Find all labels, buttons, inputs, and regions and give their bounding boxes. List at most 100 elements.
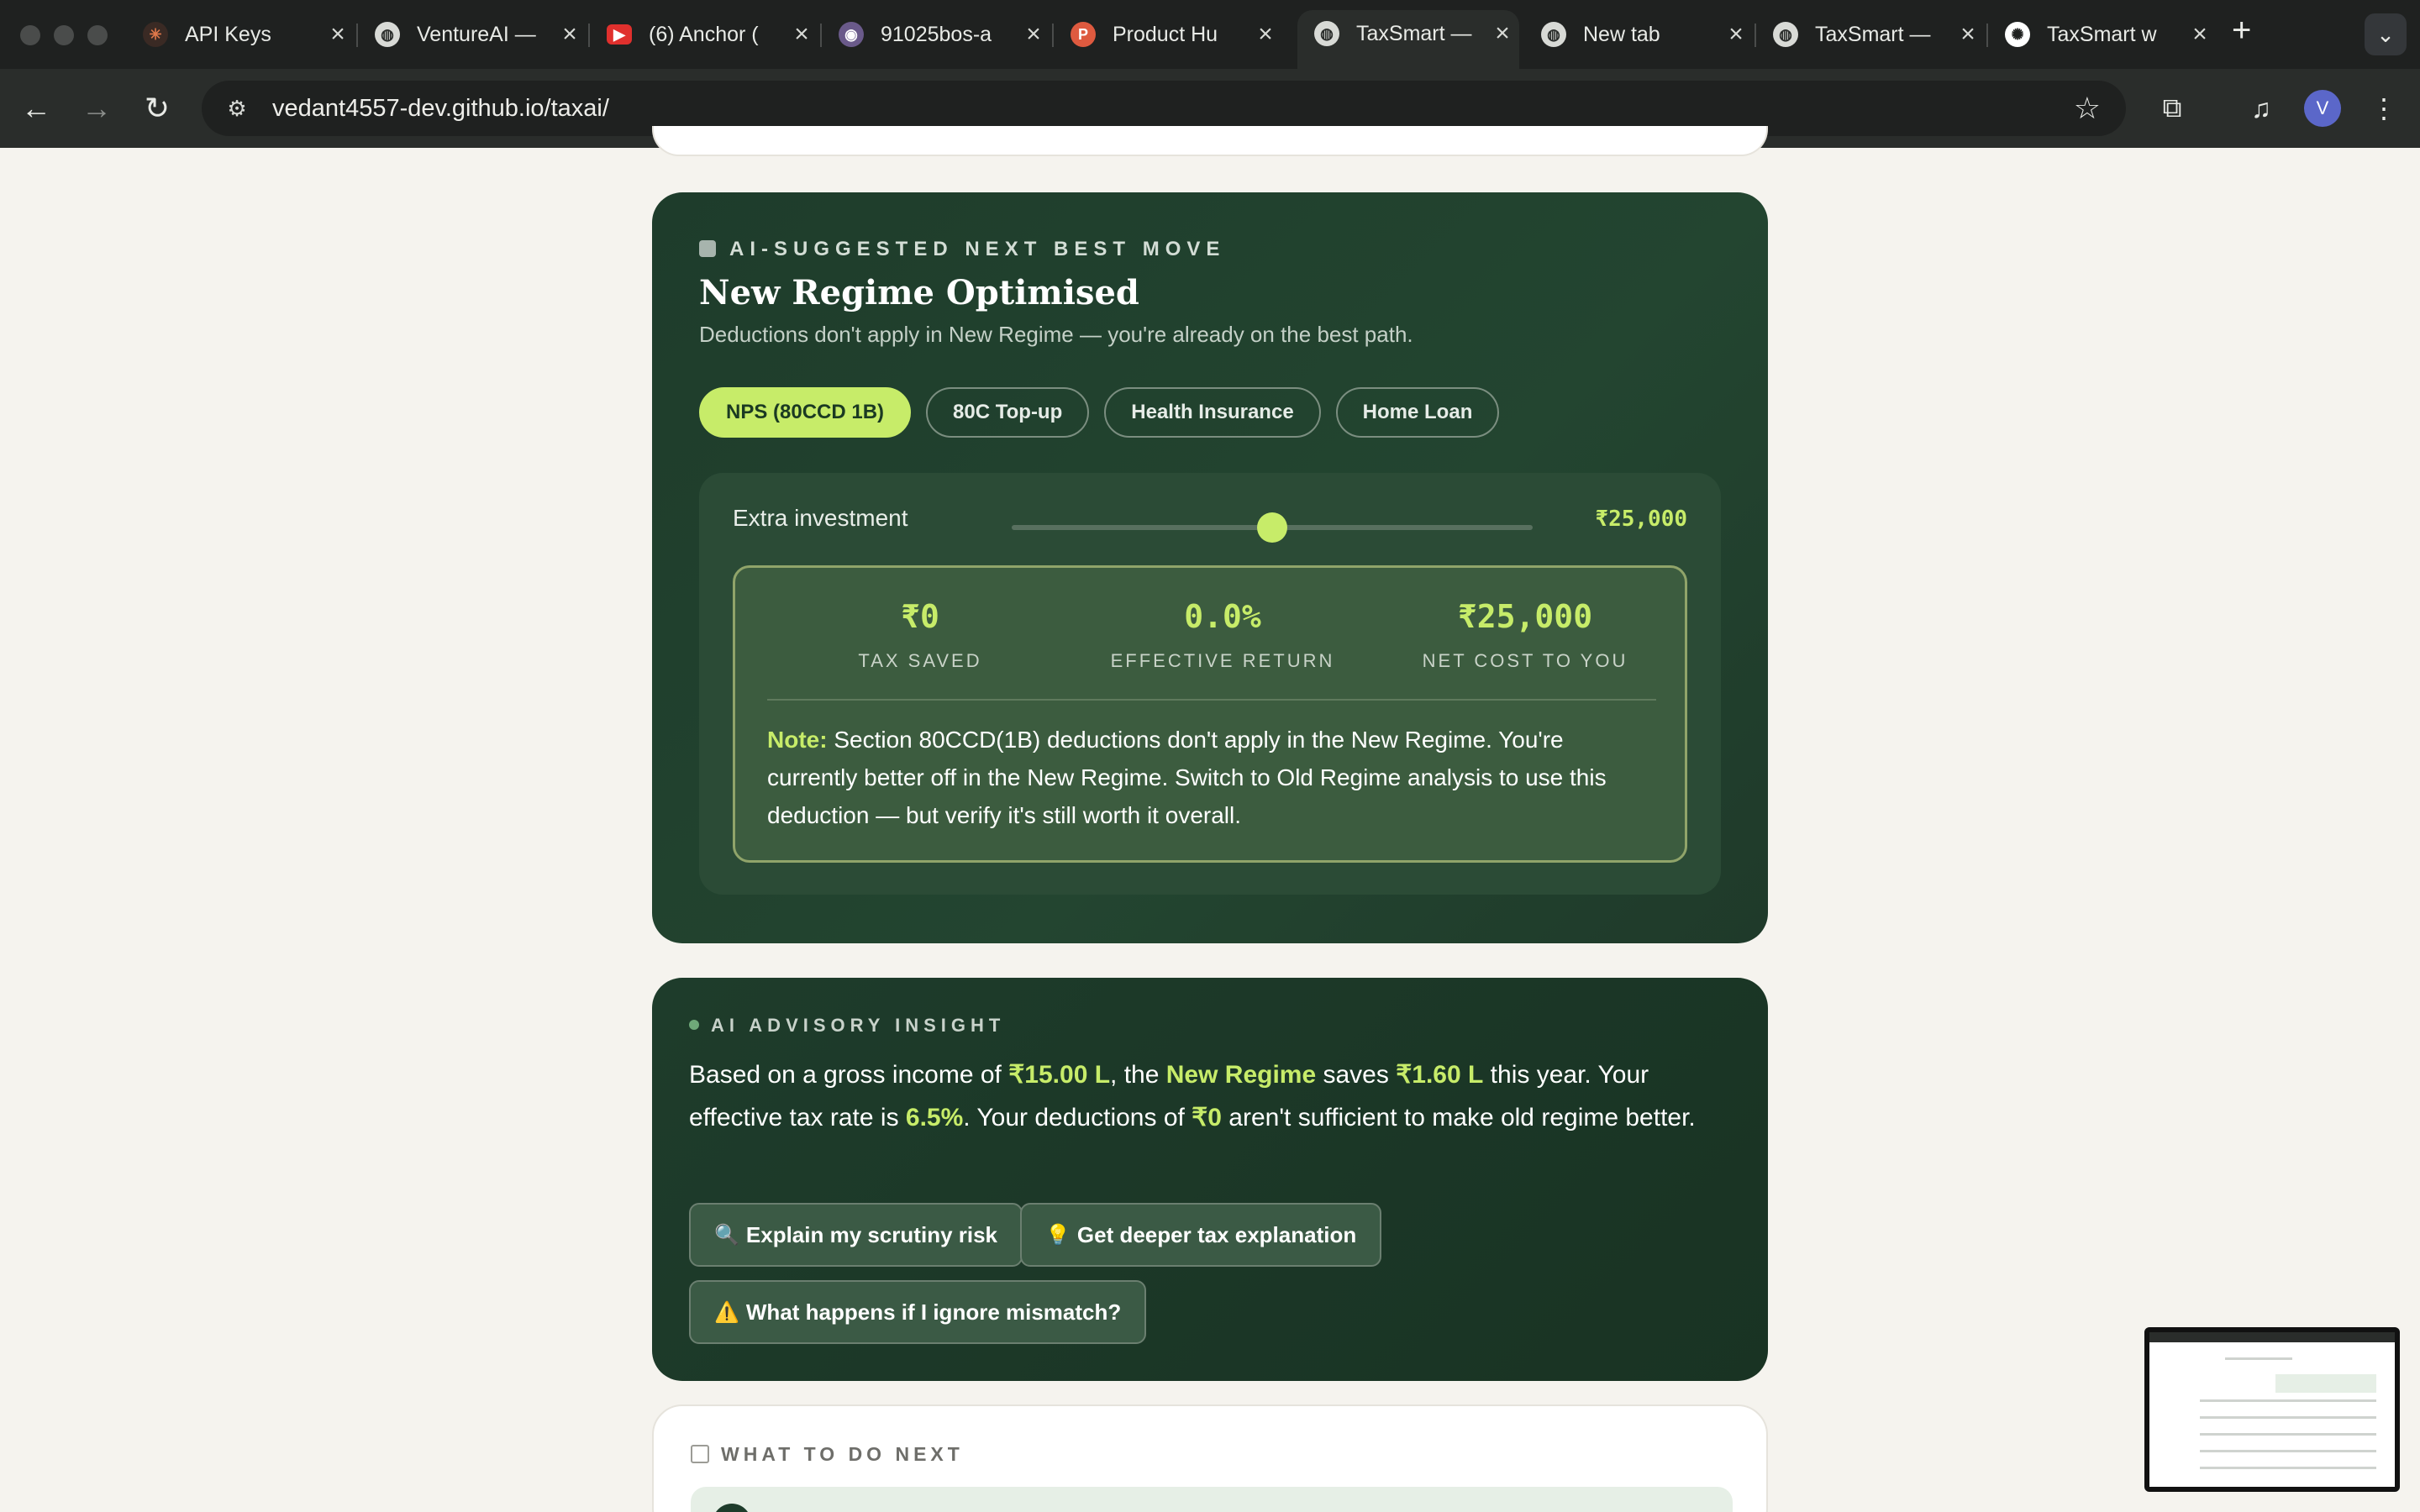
button-label: What happens if I ignore mismatch? xyxy=(745,1299,1122,1325)
clipboard-icon xyxy=(691,1445,709,1463)
extensions-puzzle-icon[interactable]: ⧉ xyxy=(2151,87,2193,129)
bookmark-star-icon[interactable]: ☆ xyxy=(2074,91,2101,126)
next-move-title: New Regime Optimised xyxy=(699,273,1139,312)
close-icon[interactable]: × xyxy=(785,20,818,49)
asterisk-icon: ✳ xyxy=(143,22,168,47)
stat-value: ₹25,000 xyxy=(1457,598,1593,635)
next-step-item[interactable] xyxy=(691,1487,1733,1512)
eyebrow-text: WHAT TO DO NEXT xyxy=(721,1443,964,1465)
next-steps-eyebrow: WHAT TO DO NEXT xyxy=(691,1443,964,1466)
deduction-pills: NPS (80CCD 1B) 80C Top-up Health Insuran… xyxy=(699,387,1500,438)
close-icon[interactable]: × xyxy=(1017,20,1050,49)
next-move-eyebrow: AI-SUGGESTED NEXT BEST MOVE xyxy=(699,238,1225,261)
window-close-dot[interactable] xyxy=(20,25,40,45)
preview-line xyxy=(2200,1416,2376,1419)
stat-net-cost: ₹25,000 NET COST TO YOU xyxy=(1374,598,1676,672)
close-icon[interactable]: × xyxy=(1719,20,1753,49)
openai-icon: ✺ xyxy=(2005,22,2030,47)
stat-label: TAX SAVED xyxy=(858,650,982,671)
insight-fragment: saves xyxy=(1316,1061,1397,1089)
stat-tax-saved: ₹0 TAX SAVED xyxy=(769,598,1071,672)
producthunt-icon: P xyxy=(1071,22,1096,47)
close-icon[interactable]: × xyxy=(321,20,355,49)
tab-label: TaxSmart w xyxy=(2047,22,2157,46)
close-icon[interactable]: × xyxy=(1249,20,1282,49)
back-arrow-icon[interactable]: ← xyxy=(15,87,57,129)
tab-product-hunt[interactable]: P Product Hu × xyxy=(1054,12,1282,57)
insight-eyebrow: AI ADVISORY INSIGHT xyxy=(689,1015,1005,1037)
close-icon[interactable]: × xyxy=(1951,20,1985,49)
note-text: Section 80CCD(1B) deductions don't apply… xyxy=(767,727,1607,828)
globe-icon: ◍ xyxy=(375,22,400,47)
globe-icon: ◍ xyxy=(1541,22,1566,47)
gross-income-value: ₹15.00 L xyxy=(1008,1061,1111,1089)
eyebrow-text: AI-SUGGESTED NEXT BEST MOVE xyxy=(729,238,1226,260)
deeper-tax-explanation-button[interactable]: 💡 Get deeper tax explanation xyxy=(1020,1203,1382,1267)
what-to-do-next-card: WHAT TO DO NEXT xyxy=(652,1404,1768,1512)
preview-line xyxy=(2200,1433,2376,1436)
tab-api-keys[interactable]: ✳ API Keys × xyxy=(126,12,355,57)
forward-arrow-icon[interactable]: → xyxy=(76,87,118,129)
investment-slider[interactable] xyxy=(1012,512,1533,543)
preview-line xyxy=(2200,1450,2376,1452)
preview-line xyxy=(2200,1399,2376,1402)
slider-label: Extra investment xyxy=(733,505,908,531)
media-controls-icon[interactable]: ♫ xyxy=(2240,87,2282,129)
ignore-mismatch-button[interactable]: ⚠️ What happens if I ignore mismatch? xyxy=(689,1280,1147,1344)
savings-value: ₹1.60 L xyxy=(1396,1061,1484,1089)
preview-line xyxy=(2225,1357,2292,1360)
tab-label: Product Hu xyxy=(1113,22,1218,46)
next-best-move-card: AI-SUGGESTED NEXT BEST MOVE New Regime O… xyxy=(652,192,1768,943)
stat-label: EFFECTIVE RETURN xyxy=(1110,650,1335,671)
tab-label: TaxSmart — xyxy=(1815,22,1931,46)
slider-thumb[interactable] xyxy=(1257,512,1287,543)
tab-new-tab[interactable]: ◍ New tab × xyxy=(1524,12,1753,57)
pill-nps[interactable]: NPS (80CCD 1B) xyxy=(699,387,912,438)
tab-ventureai[interactable]: ◍ VentureAI — × xyxy=(358,12,587,57)
window-zoom-dot[interactable] xyxy=(87,25,108,45)
tab-taxsmart-2[interactable]: ◍ TaxSmart — × xyxy=(1756,12,1985,57)
close-icon[interactable]: × xyxy=(1486,19,1519,48)
pill-home-loan[interactable]: Home Loan xyxy=(1335,387,1500,438)
badge-icon: ◉ xyxy=(839,22,864,47)
tab-taxsmart-chatgpt[interactable]: ✺ TaxSmart w × xyxy=(1988,12,2217,57)
preview-box xyxy=(2275,1374,2376,1393)
result-divider xyxy=(767,699,1656,701)
step-number-badge xyxy=(713,1504,751,1512)
warning-icon: ⚠️ xyxy=(714,1300,739,1324)
browser-menu-icon[interactable]: ⋮ xyxy=(2363,87,2405,129)
stat-effective-return: 0.0% EFFECTIVE RETURN xyxy=(1071,598,1374,672)
tab-91025bos[interactable]: ◉ 91025bos-a × xyxy=(822,12,1050,57)
window-minimize-dot[interactable] xyxy=(54,25,74,45)
regime-note: Note: Section 80CCD(1B) deductions don't… xyxy=(767,721,1658,834)
tab-label: TaxSmart — xyxy=(1356,21,1472,45)
tab-taxsmart-active[interactable]: ◍ TaxSmart — × xyxy=(1297,10,1519,69)
site-settings-icon[interactable]: ⚙ xyxy=(218,90,255,127)
robot-icon xyxy=(699,240,716,257)
pill-80c-topup[interactable]: 80C Top-up xyxy=(926,387,1090,438)
close-icon[interactable]: × xyxy=(553,20,587,49)
preview-line xyxy=(2200,1467,2376,1469)
tab-search-chevron-icon[interactable]: ⌄ xyxy=(2365,13,2407,55)
insight-fragment: Based on a gross income of xyxy=(689,1061,1009,1089)
pill-health-insurance[interactable]: Health Insurance xyxy=(1104,387,1321,438)
screen-preview-thumbnail[interactable] xyxy=(2144,1327,2400,1492)
lightbulb-icon: 💡 xyxy=(1045,1223,1071,1247)
new-tab-plus-icon[interactable]: + xyxy=(2232,12,2251,50)
profile-avatar[interactable]: V xyxy=(2304,90,2341,127)
close-icon[interactable]: × xyxy=(2183,20,2217,49)
youtube-icon: ▶ xyxy=(607,24,632,45)
magnifier-icon: 🔍 xyxy=(714,1223,739,1247)
globe-icon: ◍ xyxy=(1773,22,1798,47)
status-dot-icon xyxy=(689,1020,699,1030)
tab-label: 91025bos-a xyxy=(881,22,992,46)
explain-scrutiny-risk-button[interactable]: 🔍 Explain my scrutiny risk xyxy=(689,1203,1023,1267)
next-move-subtitle: Deductions don't apply in New Regime — y… xyxy=(699,322,1413,347)
button-label: Explain my scrutiny risk xyxy=(745,1221,998,1247)
tab-youtube[interactable]: ▶ (6) Anchor ( × xyxy=(590,12,818,57)
url-text: vedant4557-dev.github.io/taxai/ xyxy=(272,94,609,122)
stat-value: 0.0% xyxy=(1184,598,1261,635)
result-box: ₹0 TAX SAVED 0.0% EFFECTIVE RETURN ₹25,0… xyxy=(733,565,1687,863)
preview-toolbar xyxy=(2149,1332,2395,1342)
reload-icon[interactable]: ↻ xyxy=(136,87,178,129)
